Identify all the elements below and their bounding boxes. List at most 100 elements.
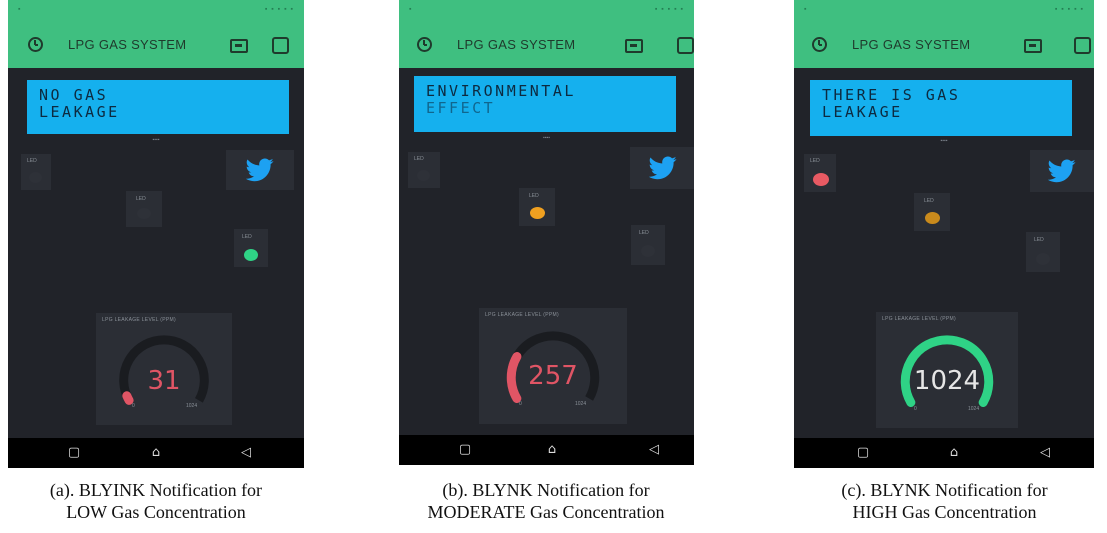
gauge-widget[interactable]: LPG LEAKAGE LEVEL (PPM) 1024 0 1024 xyxy=(876,312,1018,428)
back-icon[interactable]: ◁ xyxy=(645,441,663,459)
status-left-icons: ▪ xyxy=(804,6,807,13)
home-icon[interactable]: ⌂ xyxy=(147,444,165,462)
led-widget-orange[interactable]: LED xyxy=(914,193,950,231)
lcd-display: THERE IS GAS LEAKAGE xyxy=(810,80,1072,136)
caption-line-2: MODERATE Gas Concentration xyxy=(427,502,665,522)
gauge-max: 1024 xyxy=(186,403,198,409)
lcd-caption: ▪▪▪▪ xyxy=(940,138,948,144)
status-right-icons: ▪ ▪ ▪ ▪ ▪ xyxy=(654,6,684,13)
gauge-widget[interactable]: LPG LEAKAGE LEVEL (PPM) 31 0 1024 xyxy=(96,313,232,425)
status-left-icons: ▪ xyxy=(409,6,412,13)
led-label: LED xyxy=(27,158,37,164)
caption-line-1: (a). BLYINK Notification for xyxy=(49,480,263,500)
gauge-min: 0 xyxy=(132,403,135,409)
gauge-fill xyxy=(122,391,134,405)
led-widget-green[interactable]: LED xyxy=(1026,232,1060,272)
device-board-icon[interactable] xyxy=(1024,39,1042,53)
led-label: LED xyxy=(242,234,252,240)
led-label: LED xyxy=(414,156,424,162)
led-red-indicator xyxy=(813,173,829,186)
square-icon[interactable] xyxy=(1074,37,1091,54)
app-title: LPG GAS SYSTEM xyxy=(457,37,576,52)
led-red-indicator xyxy=(29,172,42,183)
led-orange-indicator xyxy=(137,208,151,219)
phone-screen: ▪ ▪ ▪ ▪ ▪ ▪ LPG GAS SYSTEM ENVIRONMENTAL … xyxy=(399,0,694,465)
twitter-bird-icon xyxy=(1048,159,1076,183)
led-widget-green[interactable]: LED xyxy=(234,229,268,267)
device-board-icon[interactable] xyxy=(230,39,248,53)
led-orange-indicator xyxy=(925,212,940,224)
lcd-display: ENVIRONMENTAL EFFECT xyxy=(414,76,676,132)
gauge-min: 0 xyxy=(914,406,917,412)
lcd-line-1: ENVIRONMENTAL xyxy=(426,82,576,100)
recent-apps-icon[interactable]: ▢ xyxy=(456,441,474,459)
square-icon[interactable] xyxy=(677,37,694,54)
phone-screen: ▪ ▪ ▪ ▪ ▪ ▪ LPG GAS SYSTEM NO GAS LEAKAGE… xyxy=(8,0,304,468)
clock-icon[interactable] xyxy=(28,37,43,52)
status-bar: ▪ ▪ ▪ ▪ ▪ ▪ xyxy=(399,0,694,22)
app-title: LPG GAS SYSTEM xyxy=(68,37,187,52)
led-green-indicator xyxy=(1036,253,1050,265)
led-label: LED xyxy=(639,230,649,236)
caption: (b). BLYNK Notification for MODERATE Gas… xyxy=(386,479,706,523)
gauge-min: 0 xyxy=(519,401,522,407)
back-icon[interactable]: ◁ xyxy=(1036,444,1054,462)
app-bar: LPG GAS SYSTEM xyxy=(794,22,1094,68)
twitter-widget[interactable] xyxy=(1030,150,1094,192)
gauge-max: 1024 xyxy=(968,406,980,412)
clock-icon[interactable] xyxy=(417,37,432,52)
lcd-line-2: LEAKAGE xyxy=(822,103,903,121)
led-widget-red[interactable]: LED xyxy=(408,152,440,188)
caption-line-1: (b). BLYNK Notification for xyxy=(442,480,650,500)
caption-line-1: (c). BLYNK Notification for xyxy=(841,480,1048,500)
led-label: LED xyxy=(924,198,934,204)
led-widget-orange[interactable]: LED xyxy=(126,191,162,227)
led-widget-red[interactable]: LED xyxy=(21,154,51,190)
led-label: LED xyxy=(1034,237,1044,243)
device-board-icon[interactable] xyxy=(625,39,643,53)
status-left-icons: ▪ xyxy=(18,6,21,13)
status-right-icons: ▪ ▪ ▪ ▪ ▪ xyxy=(264,6,294,13)
twitter-bird-icon xyxy=(649,156,677,180)
gauge-widget[interactable]: LPG LEAKAGE LEVEL (PPM) 257 0 1024 xyxy=(479,308,627,424)
gauge-max: 1024 xyxy=(575,401,587,407)
back-icon[interactable]: ◁ xyxy=(237,444,255,462)
android-nav-bar: ▢ ⌂ ◁ xyxy=(399,435,694,465)
status-bar: ▪ ▪ ▪ ▪ ▪ ▪ xyxy=(794,0,1094,22)
caption-line-2: LOW Gas Concentration xyxy=(66,502,246,522)
recent-apps-icon[interactable]: ▢ xyxy=(854,444,872,462)
status-right-icons: ▪ ▪ ▪ ▪ ▪ xyxy=(1054,6,1084,13)
lcd-display: NO GAS LEAKAGE xyxy=(27,80,289,134)
caption-line-2: HIGH Gas Concentration xyxy=(852,502,1037,522)
caption: (c). BLYNK Notification for HIGH Gas Con… xyxy=(788,479,1101,523)
gauge-value: 257 xyxy=(528,361,578,391)
lcd-caption: ▪▪▪▪ xyxy=(542,135,551,141)
phone-screen: ▪ ▪ ▪ ▪ ▪ ▪ LPG GAS SYSTEM THERE IS GAS L… xyxy=(794,0,1094,468)
home-icon[interactable]: ⌂ xyxy=(543,441,561,459)
led-green-indicator xyxy=(641,245,655,257)
led-green-indicator xyxy=(244,249,258,261)
home-icon[interactable]: ⌂ xyxy=(945,444,963,462)
app-bar: LPG GAS SYSTEM xyxy=(8,22,304,68)
led-label: LED xyxy=(529,193,539,199)
led-widget-green[interactable]: LED xyxy=(631,225,665,265)
twitter-widget[interactable] xyxy=(630,147,694,189)
twitter-widget[interactable] xyxy=(226,150,294,190)
gauge-value: 1024 xyxy=(913,366,981,396)
lcd-line-1: THERE IS GAS xyxy=(822,86,961,104)
gauge-value: 31 xyxy=(147,366,181,396)
android-nav-bar: ▢ ⌂ ◁ xyxy=(794,438,1094,468)
app-title: LPG GAS SYSTEM xyxy=(852,37,971,52)
square-icon[interactable] xyxy=(272,37,289,54)
led-widget-red[interactable]: LED xyxy=(804,154,836,192)
lcd-line-1: NO GAS xyxy=(39,86,109,104)
figure-root: { "app": { "title": "LPG GAS SYSTEM" }, … xyxy=(0,0,1107,533)
clock-icon[interactable] xyxy=(812,37,827,52)
status-bar: ▪ ▪ ▪ ▪ ▪ ▪ xyxy=(8,0,304,22)
recent-apps-icon[interactable]: ▢ xyxy=(65,444,83,462)
lcd-line-2: EFFECT xyxy=(426,99,496,117)
led-orange-indicator xyxy=(530,207,545,219)
led-red-indicator xyxy=(417,170,430,181)
led-label: LED xyxy=(136,196,146,202)
led-widget-orange[interactable]: LED xyxy=(519,188,555,226)
